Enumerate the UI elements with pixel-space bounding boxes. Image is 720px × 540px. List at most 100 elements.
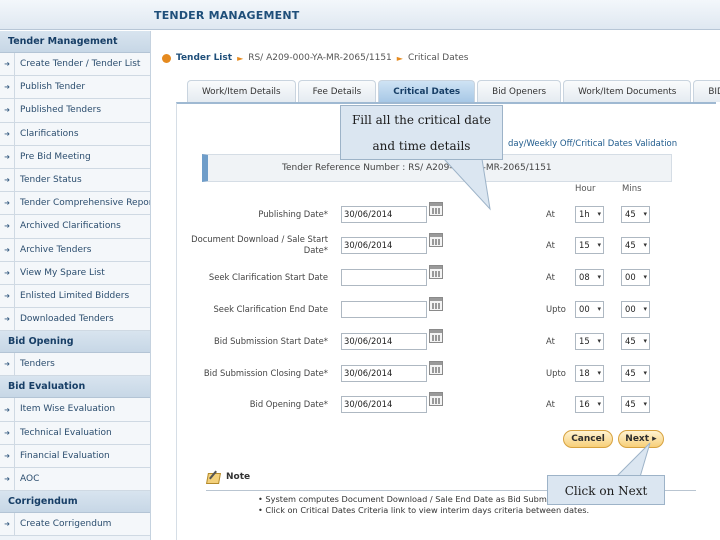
minute-select[interactable]: 00 — [621, 269, 650, 286]
tab[interactable]: BID — [693, 80, 720, 102]
tab[interactable]: Work/Item Details — [187, 80, 296, 102]
date-input[interactable]: 30/06/2014 — [341, 396, 427, 413]
arrow-icon: ➜ — [4, 129, 10, 138]
sidebar-item[interactable]: ➜ Create Corrigendum — [0, 513, 150, 537]
sidebar-section-heading[interactable]: Corrigendum — [0, 491, 150, 514]
callout-fill-dates: Fill all the critical date and time deta… — [340, 105, 503, 160]
time-separator-label: At — [546, 272, 555, 282]
date-input[interactable]: 30/06/2014 — [341, 365, 427, 382]
callout-pointer-fill — [442, 158, 491, 211]
arrow-icon: ➜ — [4, 199, 10, 208]
tender-reference-number: Tender Reference Number : RS/ A209-000-Y… — [282, 163, 552, 173]
breadcrumb-separator-icon: ► — [237, 53, 244, 63]
hour-select[interactable]: 16 — [575, 396, 604, 413]
date-input[interactable]: 30/06/2014 — [341, 206, 427, 223]
calendar-icon[interactable] — [429, 297, 443, 311]
arrow-icon: ➜ — [4, 405, 10, 414]
sidebar-item-label: Archived Clarifications — [14, 215, 150, 238]
date-field-row: Document Download / Sale Start Date* 30/0… — [191, 233, 680, 258]
hour-column-header: Hour — [575, 184, 596, 194]
date-input[interactable] — [341, 269, 427, 286]
callout-pointer-next — [614, 442, 651, 478]
callout-fill-text: Fill all the critical date and time deta… — [351, 113, 491, 153]
calendar-icon[interactable] — [429, 329, 443, 343]
time-separator-label: At — [546, 336, 555, 346]
arrow-icon: ➜ — [4, 475, 10, 484]
hour-select[interactable]: 1h — [575, 206, 604, 223]
cancel-button[interactable]: Cancel — [563, 430, 613, 448]
calendar-icon[interactable] — [429, 233, 443, 247]
sidebar-item[interactable]: ➜ Create Tender / Tender List — [0, 53, 150, 77]
arrow-icon: ➜ — [4, 245, 10, 254]
sidebar-item-label: Clarifications — [14, 122, 150, 145]
mins-column-header: Mins — [622, 184, 642, 194]
minute-select[interactable]: 00 — [621, 301, 650, 318]
date-field-label: Seek Clarification Start Date — [208, 272, 328, 282]
date-input[interactable]: 30/06/2014 — [341, 333, 427, 350]
tab[interactable]: Bid Openers — [477, 80, 562, 102]
sidebar-item-label: AOC — [14, 468, 150, 491]
arrow-icon: ➜ — [4, 451, 10, 460]
minute-select[interactable]: 45 — [621, 237, 650, 254]
date-field-row: Bid Submission Start Date* 30/06/2014 At 15… — [200, 329, 680, 354]
note-title: Note — [226, 472, 251, 482]
sidebar-item-label: Tenders — [14, 353, 150, 376]
date-field-label: Publishing Date* — [258, 209, 328, 219]
date-input[interactable]: 30/06/2014 — [341, 237, 427, 254]
sidebar-item[interactable]: ➜ Archived Clarifications — [0, 215, 150, 239]
minute-select[interactable]: 45 — [621, 333, 650, 350]
sidebar: Tender Management ➜ Create Tender / Tender… — [0, 31, 151, 540]
hour-select[interactable]: 15 — [575, 333, 604, 350]
sidebar-item[interactable]: ➜ Pre Bid Meeting — [0, 145, 150, 169]
sidebar-item-label: Tender Status — [14, 168, 150, 192]
critical-dates-validation-link[interactable]: day/Weekly Off/Critical Dates Validation — [508, 139, 677, 149]
date-field-label: Seek Clarification End Date — [213, 304, 328, 314]
sidebar-item-label: Item Wise Evaluation — [14, 398, 150, 421]
sidebar-item-label: Published Tenders — [14, 99, 150, 122]
arrow-icon: ➜ — [4, 360, 10, 369]
sidebar-item[interactable]: ➜ Tenders — [0, 353, 150, 377]
tab[interactable]: Work/Item Documents — [563, 80, 692, 102]
minute-select[interactable]: 45 — [621, 365, 650, 382]
sidebar-item[interactable]: ➜ Published Tenders — [0, 99, 150, 123]
sidebar-item[interactable]: ➜ Item Wise Evaluation — [0, 398, 150, 422]
date-field-row: Bid Opening Date* 30/06/2014 At 16 45 — [200, 392, 680, 417]
calendar-icon[interactable] — [429, 392, 443, 406]
hour-select[interactable]: 08 — [575, 269, 604, 286]
sidebar-item[interactable]: ➜ Clarifications — [0, 122, 150, 146]
minute-select[interactable]: 45 — [621, 206, 650, 223]
hour-select[interactable]: 00 — [575, 301, 604, 318]
sidebar-section-heading[interactable]: Bid Opening — [0, 331, 150, 354]
breadcrumb-tender-list[interactable]: Tender List — [176, 53, 232, 63]
minute-select[interactable]: 45 — [621, 396, 650, 413]
calendar-icon[interactable] — [429, 361, 443, 375]
sidebar-item[interactable]: ➜ AOC — [0, 468, 150, 492]
hour-select[interactable]: 18 — [575, 365, 604, 382]
breadcrumb-current: Critical Dates — [407, 53, 469, 63]
sidebar-item-label: View My Spare List — [14, 261, 150, 284]
breadcrumb-tender-ref: RS/ A209-000-YA-MR-2065/1151 — [248, 53, 392, 63]
sidebar-item[interactable]: ➜ Technical Evaluation — [0, 421, 150, 445]
sidebar-item[interactable]: ➜ Enlisted Limited Bidders — [0, 284, 150, 309]
calendar-icon[interactable] — [429, 265, 443, 279]
sidebar-item-label: Create Corrigendum — [14, 513, 150, 536]
arrow-icon: ➜ — [4, 83, 10, 92]
arrow-icon: ➜ — [4, 222, 10, 231]
sidebar-item[interactable]: ➜ Tender Comprehensive Report — [0, 192, 150, 216]
top-bar: TENDER MANAGEMENT — [0, 0, 720, 30]
sidebar-section-heading[interactable]: Bid Evaluation — [0, 376, 150, 399]
arrow-icon: ➜ — [4, 268, 10, 277]
hour-select[interactable]: 15 — [575, 237, 604, 254]
date-input[interactable] — [341, 301, 427, 318]
sidebar-section-heading[interactable]: Tender Management — [0, 31, 150, 53]
page: TENDER MANAGEMENT Tender Management ➜ Crea… — [0, 0, 720, 540]
tab[interactable]: Critical Dates — [378, 80, 476, 102]
sidebar-item[interactable]: ➜ Archive Tenders — [0, 238, 150, 262]
arrow-icon: ➜ — [4, 291, 10, 300]
sidebar-item[interactable]: ➜ Tender Status — [0, 168, 150, 193]
sidebar-item[interactable]: ➜ Downloaded Tenders — [0, 308, 150, 332]
sidebar-item[interactable]: ➜ Financial Evaluation — [0, 444, 150, 468]
sidebar-item[interactable]: ➜ Publish Tender — [0, 76, 150, 100]
sidebar-item[interactable]: ➜ View My Spare List — [0, 261, 150, 285]
tab[interactable]: Fee Details — [297, 80, 377, 102]
